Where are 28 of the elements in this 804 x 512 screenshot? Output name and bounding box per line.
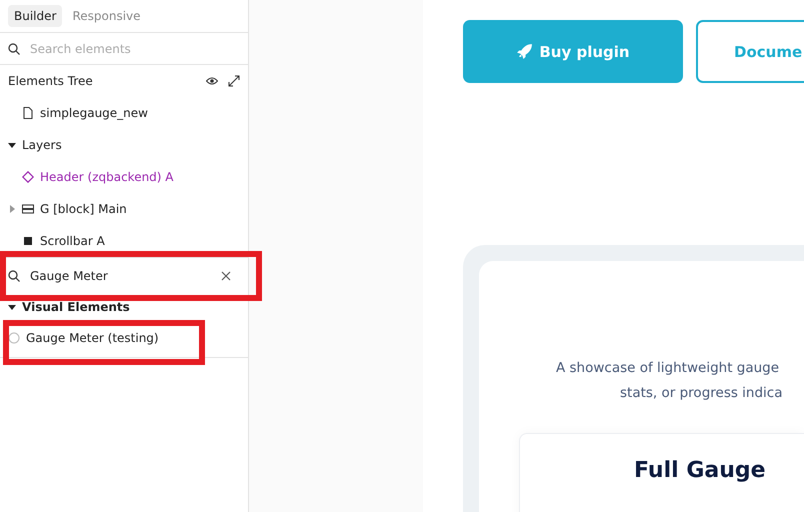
square-icon <box>22 235 34 247</box>
caret-icon[interactable] <box>8 141 16 149</box>
card-title: Full Gauge <box>634 458 767 483</box>
block-icon <box>22 203 34 215</box>
filter-field[interactable]: Gauge Meter <box>28 268 212 284</box>
expand-icon[interactable] <box>228 75 240 87</box>
caret-icon[interactable] <box>8 303 16 311</box>
eye-icon[interactable] <box>206 75 218 87</box>
search-icon <box>8 270 20 282</box>
tree-item[interactable]: Scrollbar A <box>40 234 105 248</box>
close-icon[interactable] <box>220 270 232 282</box>
tree-item[interactable]: Gauge Meter (testing) <box>26 331 159 345</box>
panel-title: Elements Tree <box>8 74 94 88</box>
diamond-icon <box>22 171 34 183</box>
tree-item[interactable]: simplegauge_new <box>40 106 148 120</box>
file-icon <box>22 107 34 119</box>
search-field[interactable]: Search elements <box>28 40 240 56</box>
tab[interactable]: Builder <box>8 5 62 27</box>
rocket-icon <box>516 43 534 60</box>
tree-item[interactable]: Layers <box>22 138 62 152</box>
tab[interactable]: Responsive <box>66 5 147 27</box>
intro-text: A showcase of lightweight gauge <box>556 359 780 378</box>
group-title[interactable]: Visual Elements <box>22 300 130 314</box>
tree-item[interactable]: G [block] Main <box>40 202 127 216</box>
tree-item[interactable]: Header (zqbackend) A <box>40 170 174 184</box>
search-icon <box>8 42 20 54</box>
intro-text: stats, or progress indica <box>620 384 784 403</box>
circle-icon <box>8 332 20 344</box>
